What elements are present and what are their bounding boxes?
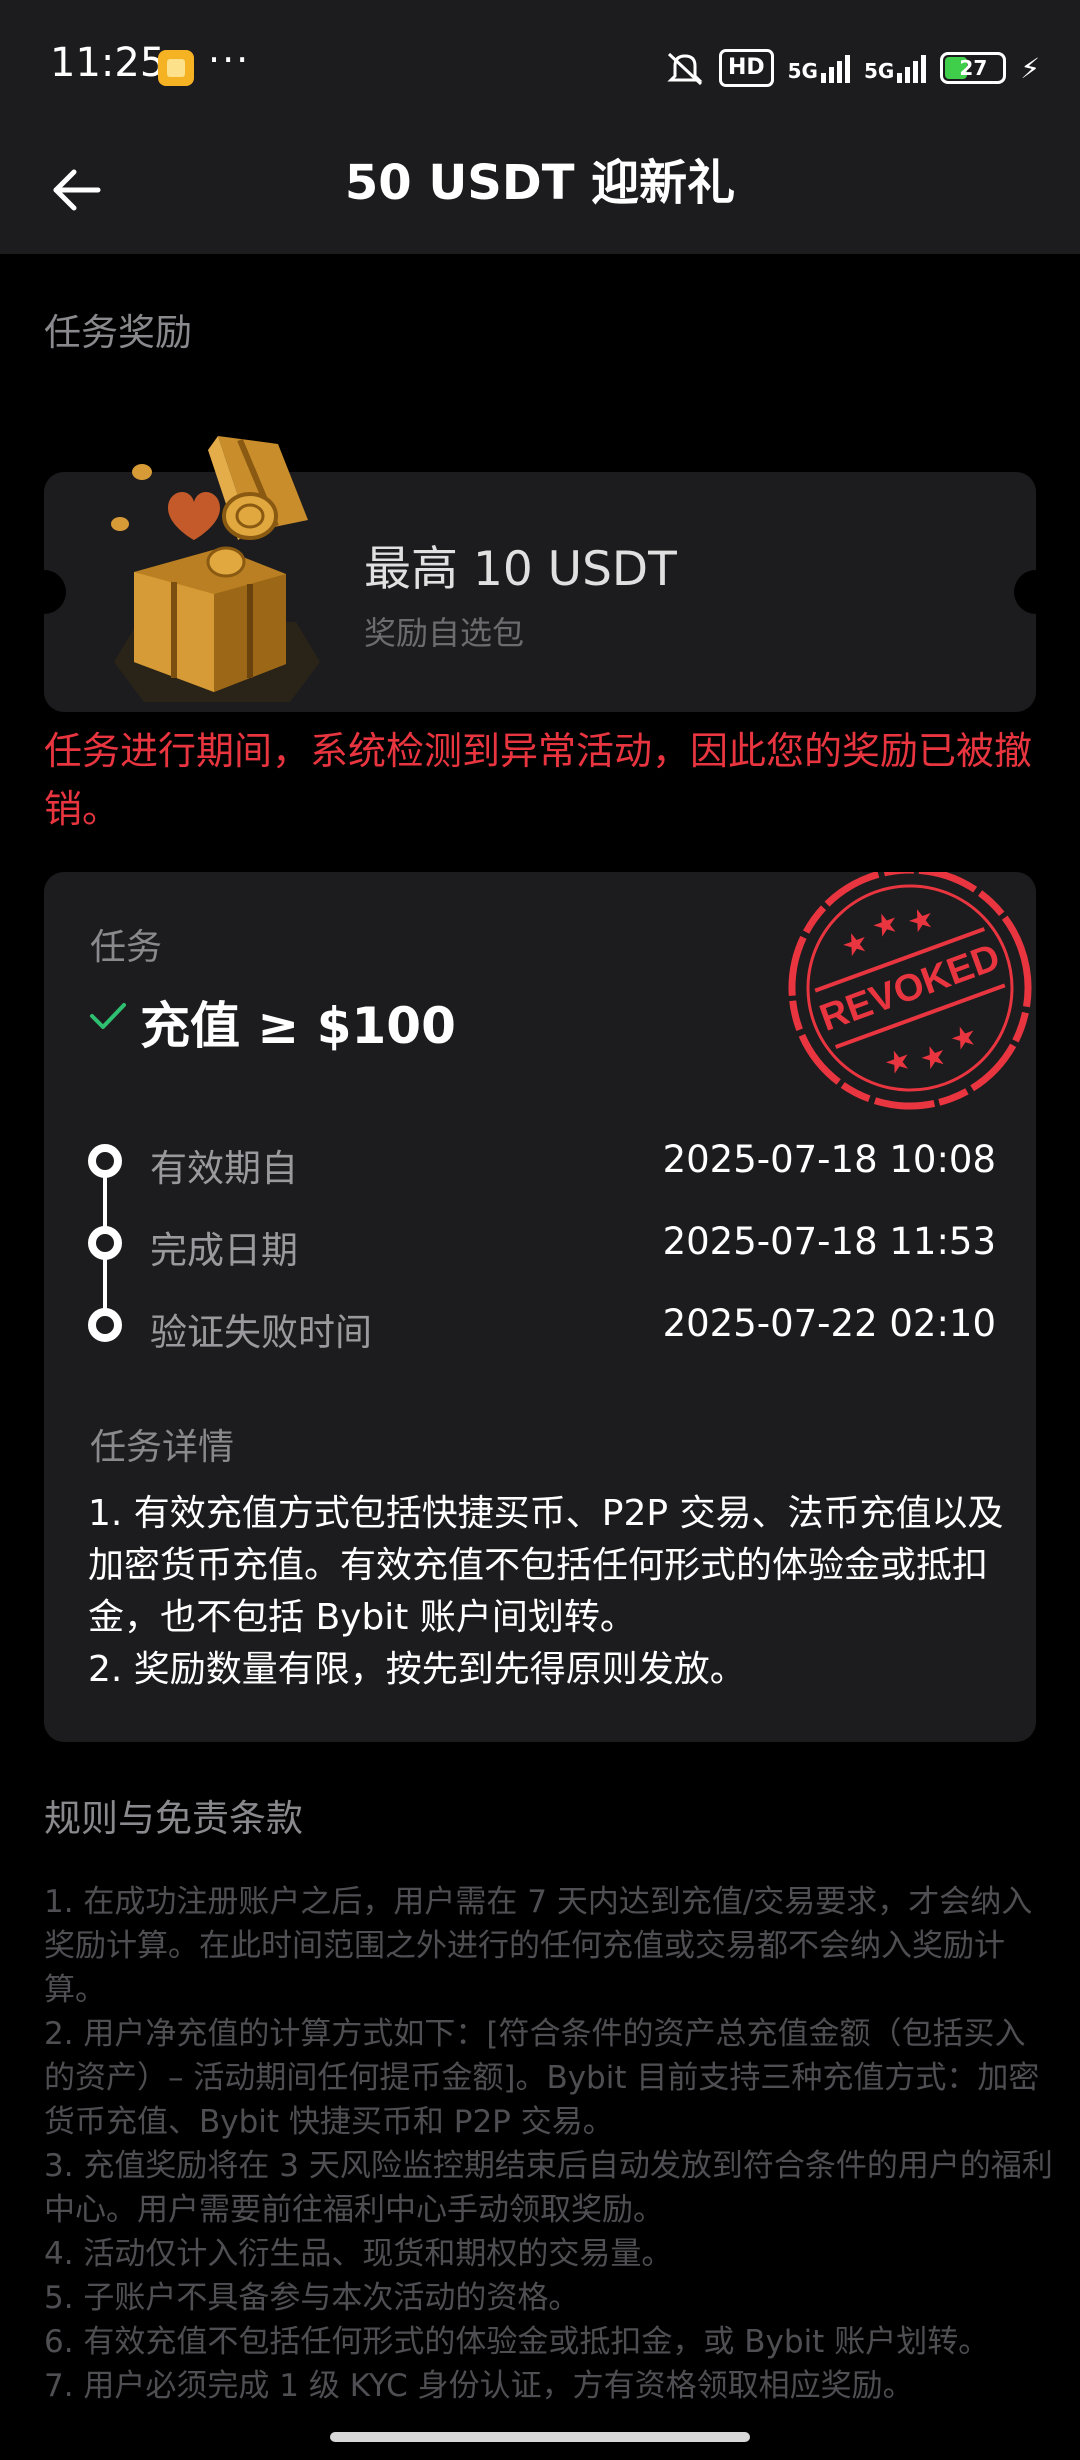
signal-1-icon: 5G xyxy=(788,53,850,83)
notification-app-icon xyxy=(158,50,194,86)
task-requirement: 充值 ≥ $100 xyxy=(140,997,456,1055)
status-bar: 11:25 ··· HD 5G 5G 27 ⚡ xyxy=(0,0,1080,136)
status-icons: HD 5G 5G 27 ⚡ xyxy=(665,46,1040,90)
reward-type: 奖励自选包 xyxy=(364,614,525,652)
svg-text:★: ★ xyxy=(867,904,904,946)
rule-item: 2. 用户净充值的计算方式如下：[符合条件的资产总充值金额（包括买入的资产）– … xyxy=(44,2016,1040,2140)
timeline-row-failed: 验证失败时间 2025-07-22 02:10 xyxy=(86,1302,996,1354)
svg-text:★: ★ xyxy=(879,1041,916,1083)
rule-item: 7. 用户必须完成 1 级 KYC 身份认证，方有资格领取相应奖励。 xyxy=(44,2368,914,2404)
timeline-label: 完成日期 xyxy=(150,1229,298,1272)
rules-section-label: 规则与免责条款 xyxy=(44,1797,303,1840)
svg-text:★: ★ xyxy=(902,900,939,942)
mute-icon xyxy=(667,52,703,86)
reward-card: 最高 10 USDT 奖励自选包 xyxy=(22,436,1058,712)
task-details: 1. 有效充值方式包括快捷买币、P2P 交易、法币充值以及加密货币充值。有效充值… xyxy=(88,1488,1008,1696)
timeline-label: 验证失败时间 xyxy=(150,1311,372,1354)
svg-text:★: ★ xyxy=(915,1037,952,1079)
revoked-stamp-icon: ★ ★ ★ ★ ★ ★ REVOKED xyxy=(788,872,1032,1110)
rules-list: 1. 在成功注册账户之后，用户需在 7 天内达到充值/交易要求，才会纳入奖励计算… xyxy=(44,1880,1054,2408)
timeline-value: 2025-07-18 10:08 xyxy=(662,1138,996,1181)
gift-box-icon xyxy=(111,436,320,702)
network-type-1: 5G xyxy=(787,59,818,83)
signal-2-icon: 5G xyxy=(863,53,927,83)
ticket-notch-right xyxy=(1014,570,1058,614)
charging-icon: ⚡ xyxy=(1020,51,1040,85)
app-screen: 11:25 ··· HD 5G 5G 27 ⚡ 50 USDT 迎新礼 任务奖励… xyxy=(0,0,1080,2460)
task-detail-item: 2. 奖励数量有限，按先到先得原则发放。 xyxy=(88,1649,746,1690)
timeline-row-complete: 完成日期 2025-07-18 11:53 xyxy=(86,1220,996,1272)
timeline-dot-icon xyxy=(88,1144,122,1178)
rule-item: 6. 有效充值不包括任何形式的体验金或抵扣金，或 Bybit 账户划转。 xyxy=(44,2324,990,2360)
svg-text:★: ★ xyxy=(837,924,874,966)
battery-icon: 27 xyxy=(940,52,1007,84)
timeline-value: 2025-07-18 11:53 xyxy=(662,1220,996,1263)
battery-level: 27 xyxy=(959,56,988,80)
home-indicator[interactable] xyxy=(330,2432,750,2442)
task-detail-item: 1. 有效充值方式包括快捷买币、P2P 交易、法币充值以及加密货币充值。有效充值… xyxy=(88,1493,1004,1638)
rule-item: 3. 充值奖励将在 3 天风险监控期结束后自动发放到符合条件的用户的福利中心。用… xyxy=(44,2148,1053,2228)
timeline-dot-icon xyxy=(88,1308,122,1342)
rule-item: 5. 子账户不具备参与本次活动的资格。 xyxy=(44,2280,580,2316)
reward-amount: 最高 10 USDT xyxy=(364,542,677,597)
timeline-label: 有效期自 xyxy=(150,1147,298,1190)
revoked-warning: 任务进行期间，系统检测到异常活动，因此您的奖励已被撤销。 xyxy=(44,729,1033,831)
check-icon xyxy=(90,1003,126,1029)
task-timeline: 有效期自 2025-07-18 10:08 完成日期 2025-07-18 11… xyxy=(86,1138,996,1354)
timeline-value: 2025-07-22 02:10 xyxy=(662,1302,996,1345)
timeline-dot-icon xyxy=(88,1226,122,1260)
rule-item: 1. 在成功注册账户之后，用户需在 7 天内达到充值/交易要求，才会纳入奖励计算… xyxy=(44,1884,1033,2008)
top-nav-bar: 50 USDT 迎新礼 xyxy=(0,136,1080,254)
hd-voice-icon: HD xyxy=(718,49,774,87)
task-details-label: 任务详情 xyxy=(90,1427,235,1468)
network-type-2: 5G xyxy=(863,59,895,83)
task-card: 任务 充值 ≥ $100 ★ ★ ★ ★ ★ ★ REVOKED 有效期自 20… xyxy=(44,872,1036,1742)
rule-item: 4. 活动仅计入衍生品、现货和期权的交易量。 xyxy=(44,2236,673,2272)
page-title: 50 USDT 迎新礼 xyxy=(344,155,736,211)
timeline-row-start: 有效期自 2025-07-18 10:08 xyxy=(86,1138,996,1190)
more-notifications-icon: ··· xyxy=(208,38,251,82)
svg-text:★: ★ xyxy=(945,1017,982,1059)
reward-section-label: 任务奖励 xyxy=(44,311,192,354)
task-label: 任务 xyxy=(90,927,163,968)
status-time: 11:25 xyxy=(50,40,166,86)
ticket-notch-left xyxy=(22,570,66,614)
